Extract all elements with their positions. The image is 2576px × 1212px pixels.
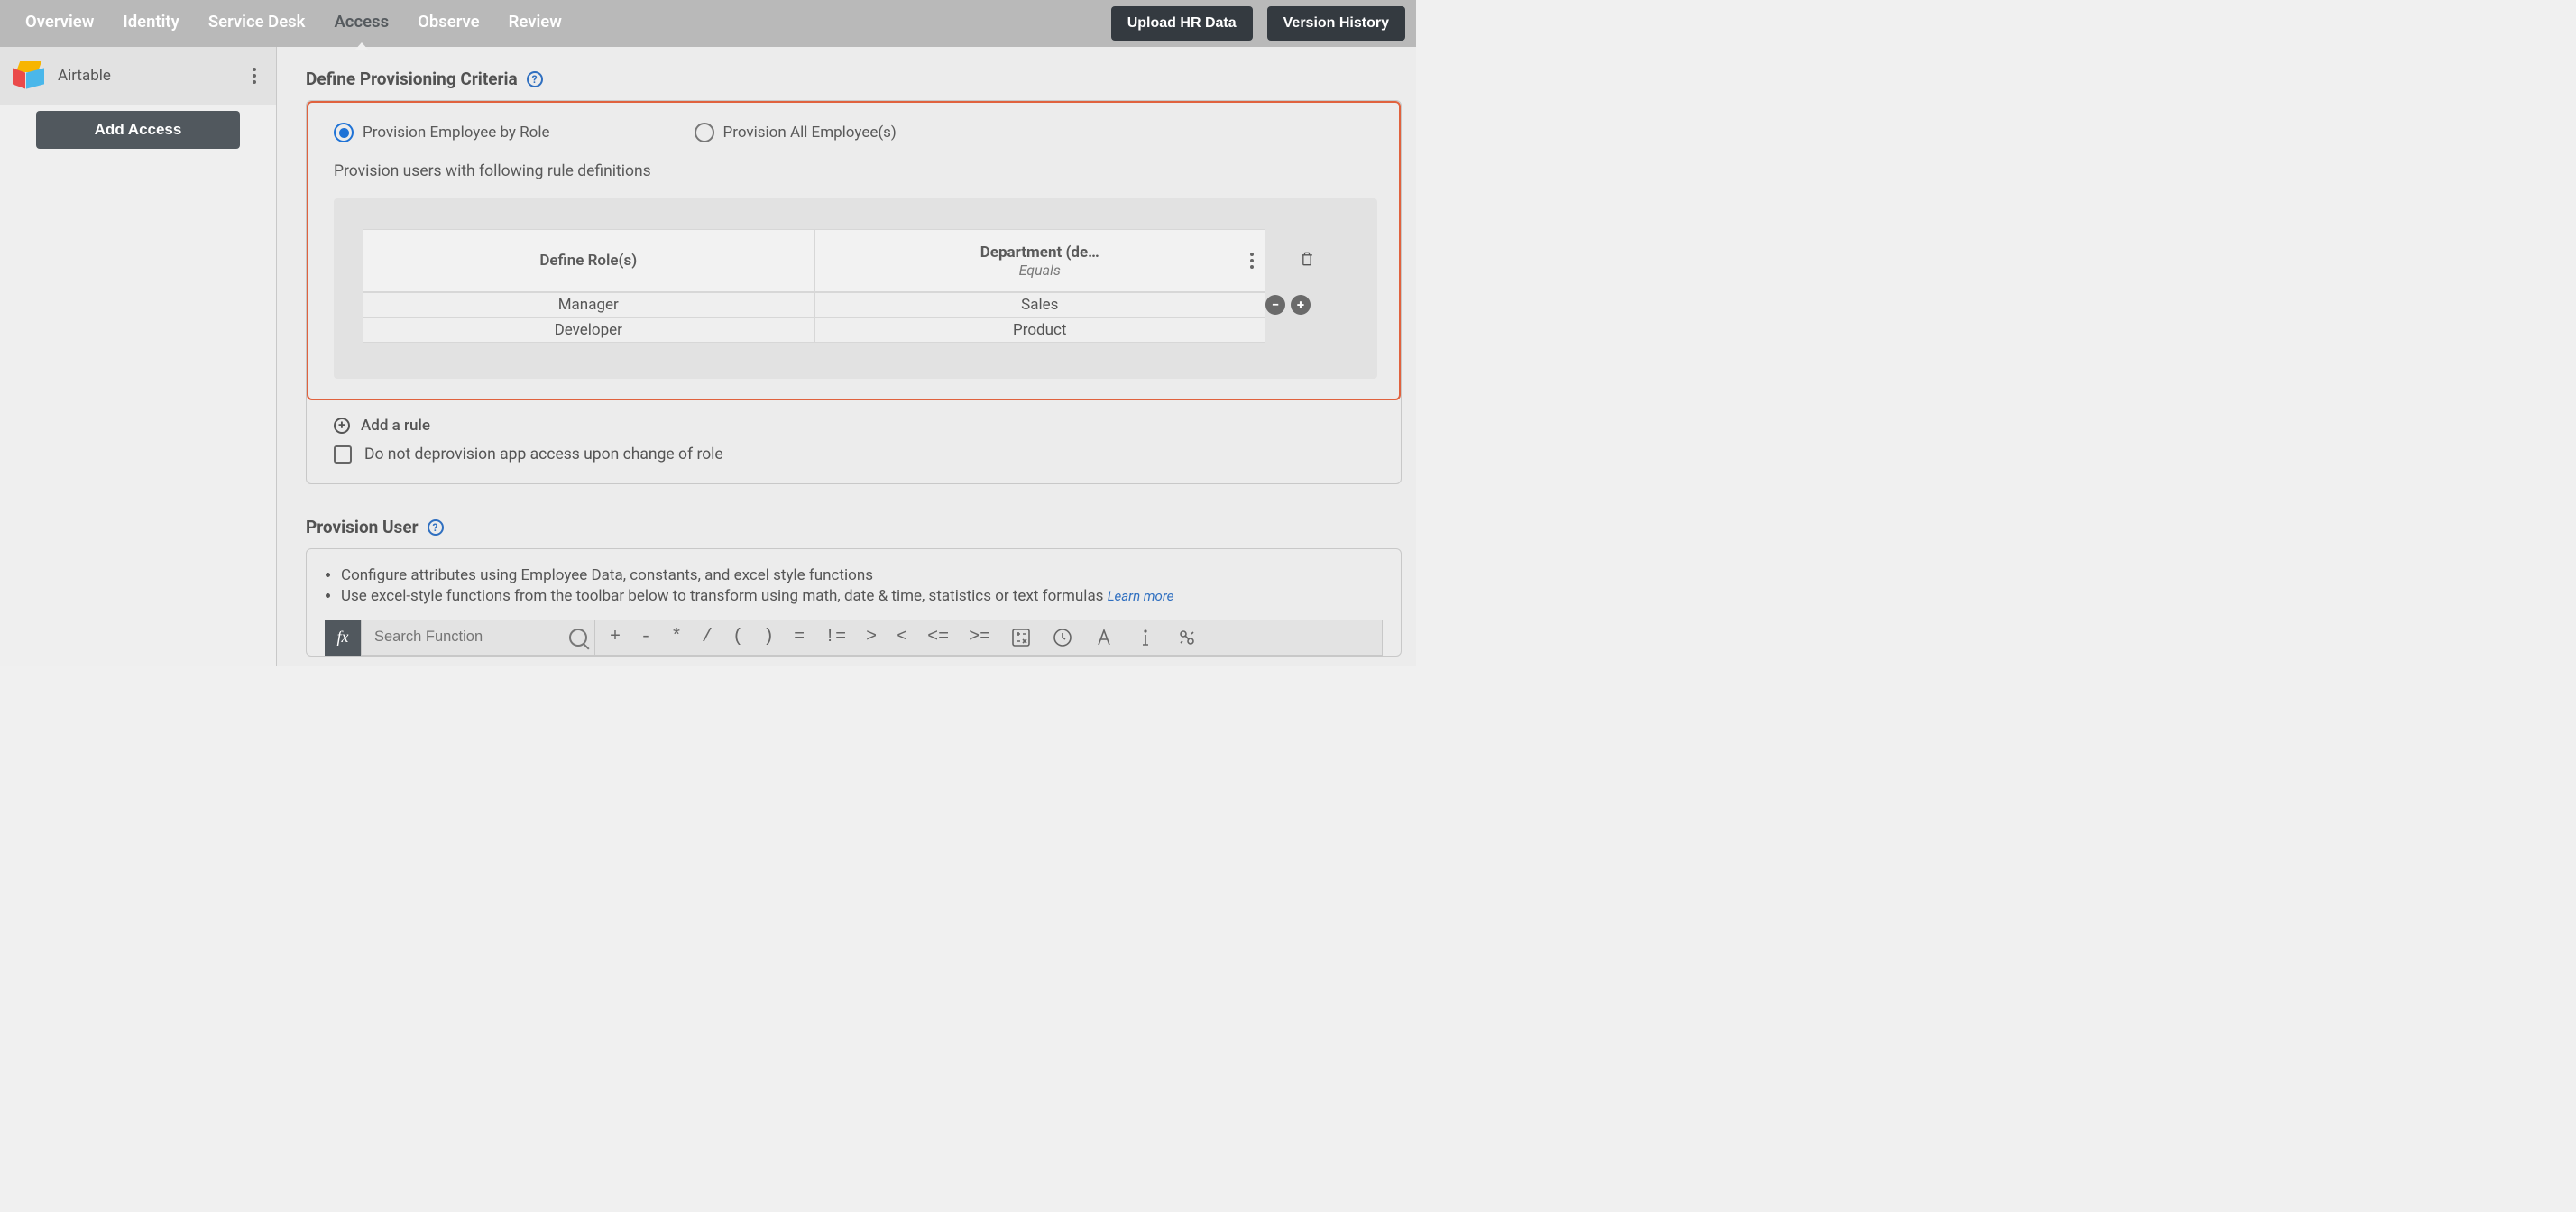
search-icon[interactable] <box>569 629 587 647</box>
remove-row-button[interactable]: − <box>1265 295 1285 315</box>
rule-table: Define Role(s) Department (de… Equals <box>363 229 1348 343</box>
function-search-input[interactable] <box>374 629 562 646</box>
op-not-equals[interactable]: != <box>824 627 846 647</box>
op-lte[interactable]: <= <box>927 627 949 647</box>
fx-icon[interactable]: fx <box>325 620 361 656</box>
op-lt[interactable]: < <box>897 627 907 647</box>
sidebar: Airtable Add Access <box>0 47 277 666</box>
airtable-logo-icon <box>13 61 45 90</box>
provision-bullet-2: Use excel-style functions from the toolb… <box>341 586 1383 607</box>
nav-tab-identity[interactable]: Identity <box>123 12 179 35</box>
formula-toolbar: fx + - * / ( ) = != > < <= >= <box>325 620 1383 656</box>
function-search-wrap <box>361 620 595 656</box>
radio-all-emp-label: Provision All Employee(s) <box>723 124 897 142</box>
criteria-highlight-box: Provision Employee by Role Provision All… <box>307 101 1401 400</box>
sidebar-app-name: Airtable <box>58 67 233 85</box>
op-equals[interactable]: = <box>794 627 805 647</box>
rule-cell-value[interactable]: Sales <box>814 292 1266 317</box>
deprovision-checkbox-row[interactable]: Do not deprovision app access upon chang… <box>334 445 1374 464</box>
op-right-paren[interactable]: ) <box>763 627 774 647</box>
radio-by-role-label: Provision Employee by Role <box>363 124 550 142</box>
deprovision-label: Do not deprovision app access upon chang… <box>364 445 723 464</box>
rule-row-actions: − + <box>1265 292 1348 317</box>
nav-tab-service-desk[interactable]: Service Desk <box>208 12 306 35</box>
add-rule-button[interactable]: + Add a rule <box>334 417 1374 435</box>
text-category-icon[interactable] <box>1093 627 1115 648</box>
criteria-subheading: Provision users with following rule defi… <box>334 162 1377 180</box>
version-history-button[interactable]: Version History <box>1267 6 1405 41</box>
provision-bullet-1: Configure attributes using Employee Data… <box>341 565 1383 586</box>
checkbox-icon[interactable] <box>334 445 352 464</box>
nav-tab-overview[interactable]: Overview <box>25 12 94 35</box>
radio-provision-by-role[interactable]: Provision Employee by Role <box>334 123 550 142</box>
trash-icon[interactable] <box>1298 249 1316 273</box>
provision-user-help-icon[interactable]: ? <box>428 519 444 536</box>
plus-circle-icon: + <box>334 418 350 434</box>
upload-hr-data-button[interactable]: Upload HR Data <box>1111 6 1253 41</box>
rule-row-actions <box>1265 317 1348 343</box>
rule-block: Define Role(s) Department (de… Equals <box>334 198 1377 379</box>
datetime-category-icon[interactable] <box>1052 627 1073 648</box>
rule-cell-role[interactable]: Manager <box>363 292 814 317</box>
radio-provision-all-employees[interactable]: Provision All Employee(s) <box>695 123 897 142</box>
rule-col-op-label: Equals <box>1019 262 1061 279</box>
learn-more-link[interactable]: Learn more <box>1108 588 1174 604</box>
rule-delete-cell <box>1265 229 1348 292</box>
radio-icon-unchecked <box>695 123 714 142</box>
operator-toolbar: + - * / ( ) = != > < <= >= <box>595 620 1383 656</box>
rule-col-attr-label: Department (de… <box>980 243 1099 262</box>
nav-actions: Upload HR Data Version History <box>1111 6 1405 41</box>
add-access-button[interactable]: Add Access <box>36 111 240 149</box>
provision-user-panel: Configure attributes using Employee Data… <box>306 548 1402 656</box>
rule-col-roles-label: Define Role(s) <box>539 252 637 270</box>
logic-category-icon[interactable] <box>1176 627 1198 648</box>
radio-icon-checked <box>334 123 354 142</box>
op-divide[interactable]: / <box>702 627 713 647</box>
top-nav: Overview Identity Service Desk Access Ob… <box>0 0 1416 47</box>
provision-user-title: Provision User ? <box>306 517 1402 537</box>
sidebar-app-item[interactable]: Airtable <box>0 47 276 105</box>
op-multiply[interactable]: * <box>671 627 682 647</box>
provision-user-title-text: Provision User <box>306 517 419 537</box>
add-row-button[interactable]: + <box>1291 295 1311 315</box>
nav-tabs: Overview Identity Service Desk Access Ob… <box>25 12 562 35</box>
op-plus[interactable]: + <box>610 627 621 647</box>
rule-col-menu-icon[interactable] <box>1250 252 1254 269</box>
provision-bullet-2-text: Use excel-style functions from the toolb… <box>341 587 1103 605</box>
sidebar-app-menu-icon[interactable] <box>245 63 263 88</box>
op-left-paren[interactable]: ( <box>732 627 743 647</box>
content-area: Define Provisioning Criteria ? Provision… <box>277 47 1416 666</box>
criteria-section-title: Define Provisioning Criteria ? <box>306 69 1402 89</box>
op-minus[interactable]: - <box>640 627 651 647</box>
nav-tab-review[interactable]: Review <box>509 12 562 35</box>
criteria-title-text: Define Provisioning Criteria <box>306 69 518 89</box>
op-gt[interactable]: > <box>866 627 877 647</box>
nav-tab-observe[interactable]: Observe <box>418 12 480 35</box>
rule-cell-role[interactable]: Developer <box>363 317 814 343</box>
criteria-help-icon[interactable]: ? <box>527 71 543 87</box>
info-category-icon[interactable] <box>1135 627 1156 648</box>
criteria-panel: Provision Employee by Role Provision All… <box>306 100 1402 484</box>
nav-tab-access[interactable]: Access <box>334 12 389 35</box>
rule-col-attr-header[interactable]: Department (de… Equals <box>814 229 1266 292</box>
rule-col-roles-header: Define Role(s) <box>363 229 814 292</box>
op-gte[interactable]: >= <box>969 627 990 647</box>
math-category-icon[interactable] <box>1010 627 1032 648</box>
rule-cell-value[interactable]: Product <box>814 317 1266 343</box>
add-rule-label: Add a rule <box>361 417 430 435</box>
